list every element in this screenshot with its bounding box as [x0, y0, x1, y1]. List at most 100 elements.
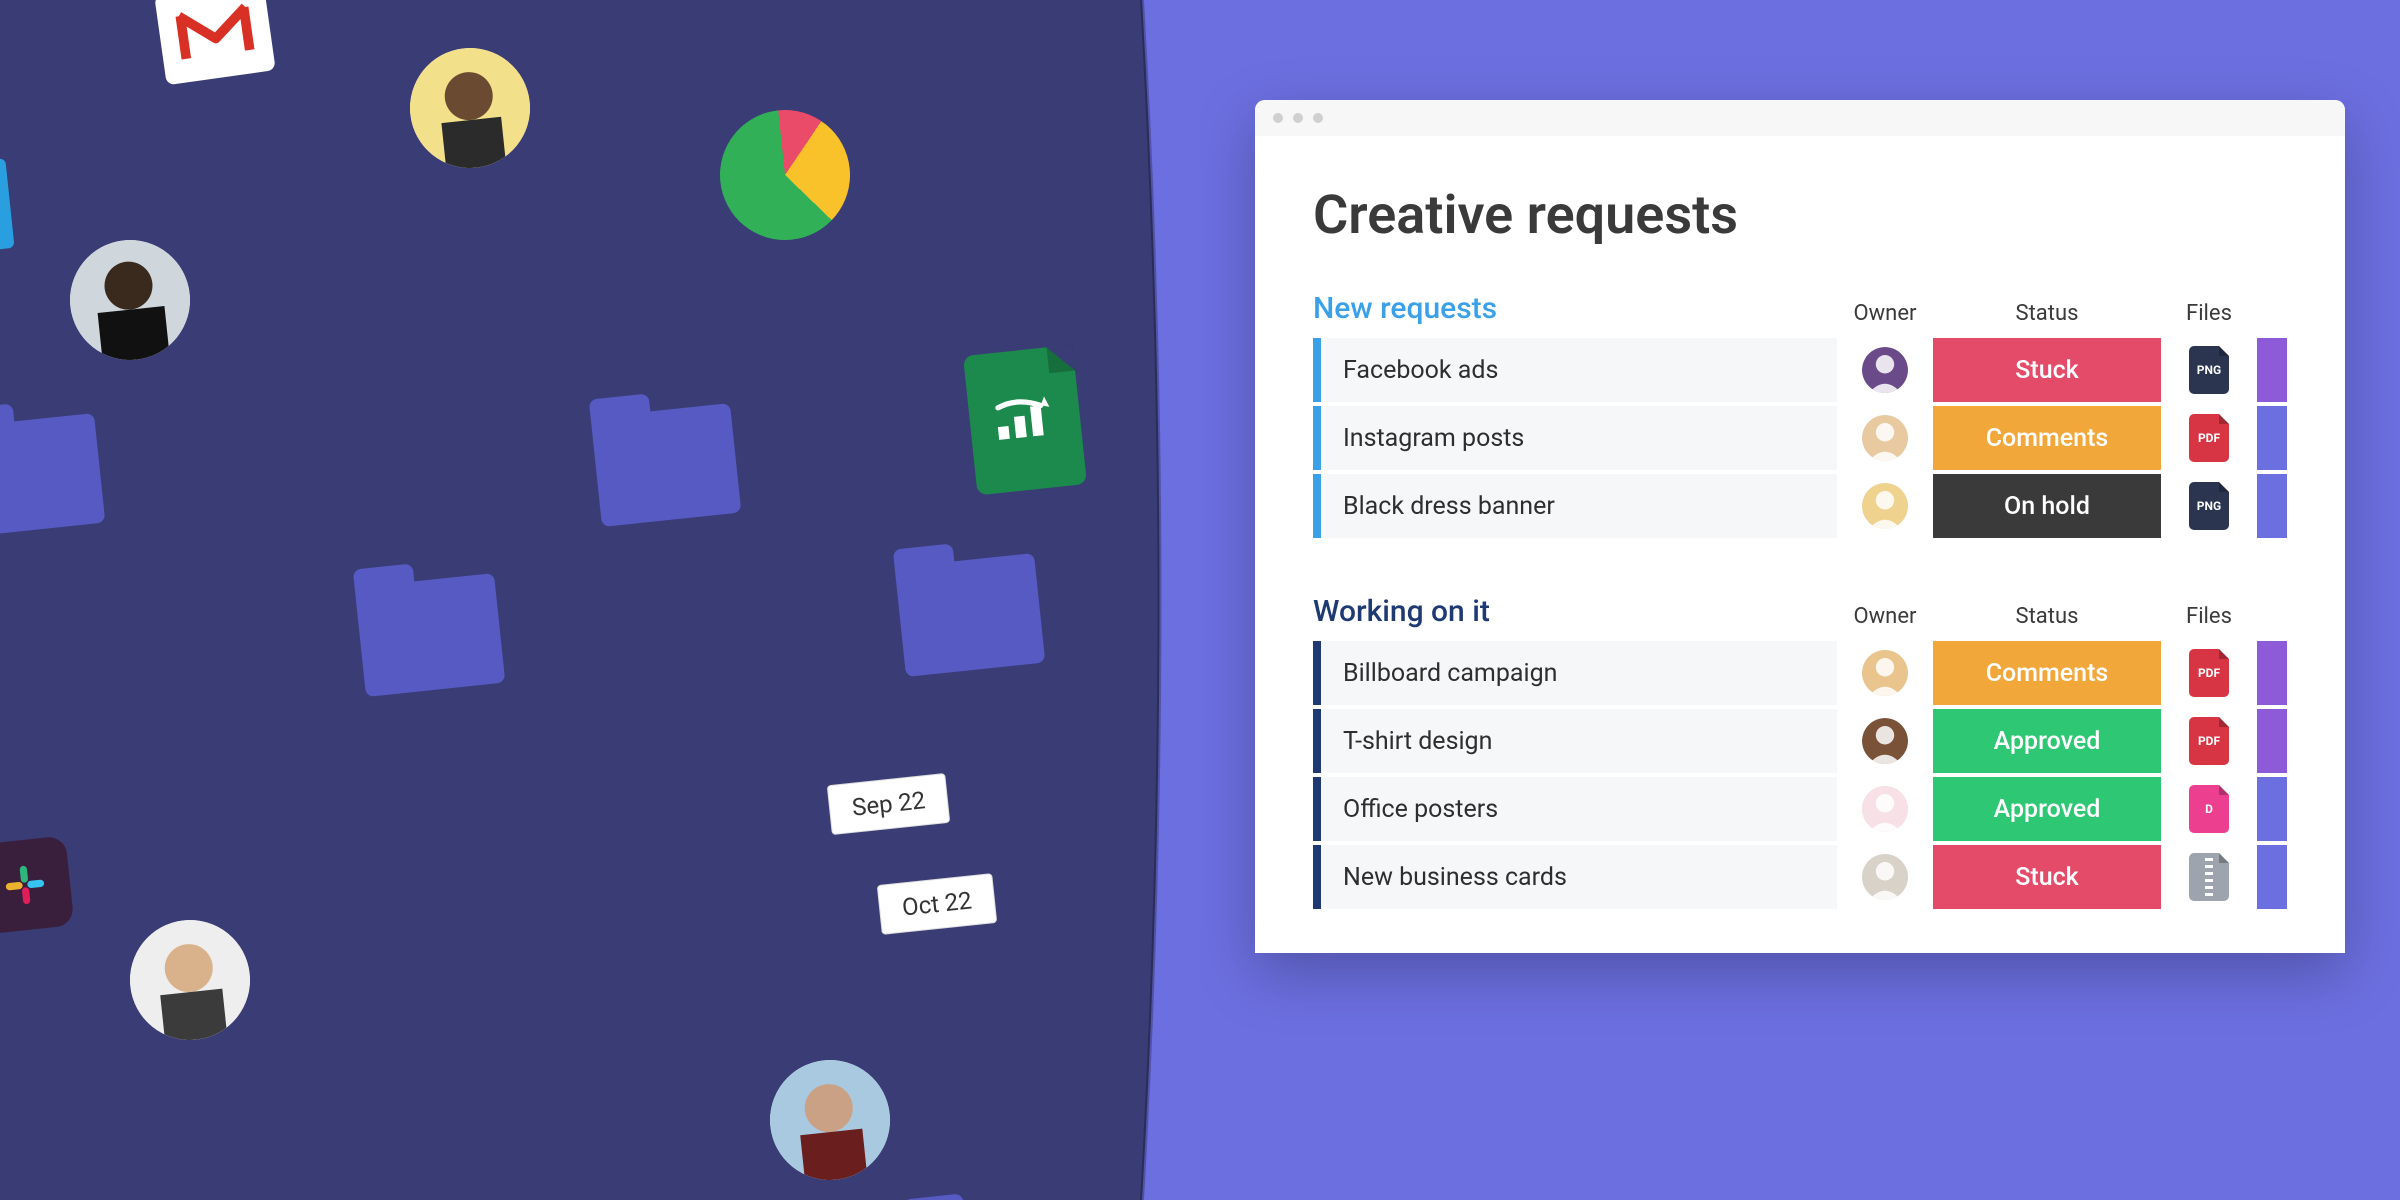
column-header-end [2257, 301, 2287, 326]
row-accent [1313, 641, 1321, 705]
table-row[interactable]: T-shirt design Approved PDF [1313, 709, 2287, 777]
end-cell [2257, 338, 2287, 402]
traffic-light-minimize[interactable] [1293, 113, 1303, 123]
end-cell [2257, 845, 2287, 909]
row-accent [1313, 338, 1321, 402]
decorative-block [0, 158, 15, 252]
status-cell[interactable]: On hold [1933, 474, 2161, 538]
file-badge [2189, 853, 2229, 901]
pie-chart-icon [714, 104, 857, 247]
folder-icon [591, 403, 742, 527]
row-accent [1313, 406, 1321, 470]
status-cell[interactable]: Stuck [1933, 845, 2161, 909]
end-cell [2257, 641, 2287, 705]
table-row[interactable]: Office posters Approved D [1313, 777, 2287, 845]
traffic-light-zoom[interactable] [1313, 113, 1323, 123]
avatar [764, 1054, 896, 1186]
group-header: Working on it OwnerStatusFiles [1313, 594, 2287, 629]
row-name[interactable]: Facebook ads [1321, 338, 1837, 402]
group-header: New requests OwnerStatusFiles [1313, 291, 2287, 326]
group-rows: Billboard campaignCommentsPDFT-shirt des… [1313, 641, 2287, 913]
traffic-light-close[interactable] [1273, 113, 1283, 123]
status-cell[interactable]: Comments [1933, 406, 2161, 470]
end-cell [2257, 777, 2287, 841]
avatar [1862, 415, 1908, 461]
right-app-panel: Creative requests New requestsOwnerStatu… [1200, 0, 2400, 1200]
avatar [124, 914, 256, 1046]
files-cell[interactable]: D [2161, 777, 2257, 841]
column-header-files: Files [2161, 301, 2257, 326]
files-cell[interactable]: PDF [2161, 641, 2257, 705]
column-headers: OwnerStatusFiles [1837, 604, 2287, 629]
status-cell[interactable]: Approved [1933, 709, 2161, 773]
end-cell [2257, 406, 2287, 470]
page-curve [1132, 0, 1200, 1200]
table-row[interactable]: Facebook ads Stuck PNG [1313, 338, 2287, 406]
row-accent [1313, 777, 1321, 841]
file-badge: D [2189, 785, 2229, 833]
avatar [1862, 854, 1908, 900]
folder-icon [355, 573, 506, 697]
file-badge: PDF [2189, 649, 2229, 697]
folder-icon [895, 553, 1046, 677]
table-row[interactable]: New business cards Stuck [1313, 845, 2287, 913]
column-header-status: Status [1933, 301, 2161, 326]
column-header-owner: Owner [1837, 604, 1933, 629]
avatar [1862, 650, 1908, 696]
status-cell[interactable]: Approved [1933, 777, 2161, 841]
end-cell [2257, 709, 2287, 773]
table-row[interactable]: Billboard campaign Comments PDF [1313, 641, 2287, 709]
avatar [1862, 347, 1908, 393]
owner-cell[interactable] [1837, 641, 1933, 705]
files-cell[interactable]: PNG [2161, 338, 2257, 402]
row-accent [1313, 474, 1321, 538]
group-rows: Facebook ads Stuck PNG Instagram posts Comme… [1313, 338, 2287, 542]
owner-cell[interactable] [1837, 845, 1933, 909]
row-name[interactable]: New business cards [1321, 845, 1837, 909]
status-cell[interactable]: Stuck [1933, 338, 2161, 402]
owner-cell[interactable] [1837, 777, 1933, 841]
avatar [404, 42, 536, 174]
table-row[interactable]: Instagram posts Comments PDF [1313, 406, 2287, 474]
group-title[interactable]: New requests [1313, 291, 1497, 326]
zip-icon [2205, 858, 2213, 896]
row-name[interactable]: Office posters [1321, 777, 1837, 841]
avatar [1862, 786, 1908, 832]
end-cell [2257, 474, 2287, 538]
file-badge: PNG [2189, 482, 2229, 530]
table-row[interactable]: Black dress banner On hold PNG [1313, 474, 2287, 542]
column-header-end [2257, 604, 2287, 629]
status-cell[interactable]: Comments [1933, 641, 2161, 705]
owner-cell[interactable] [1837, 338, 1933, 402]
spreadsheet-icon [963, 345, 1087, 496]
file-badge: PNG [2189, 346, 2229, 394]
column-header-status: Status [1933, 604, 2161, 629]
avatar [1862, 718, 1908, 764]
files-cell[interactable]: PDF [2161, 709, 2257, 773]
avatar [64, 234, 196, 366]
row-accent [1313, 845, 1321, 909]
window-titlebar [1255, 100, 2345, 136]
avatar [1862, 483, 1908, 529]
row-name[interactable]: Instagram posts [1321, 406, 1837, 470]
date-chip: Oct 22 [878, 874, 996, 934]
slack-icon [0, 836, 74, 935]
folder-icon [0, 413, 105, 537]
file-badge: PDF [2189, 717, 2229, 765]
row-name[interactable]: T-shirt design [1321, 709, 1837, 773]
column-header-files: Files [2161, 604, 2257, 629]
files-cell[interactable]: PDF [2161, 406, 2257, 470]
row-name[interactable]: Black dress banner [1321, 474, 1837, 538]
owner-cell[interactable] [1837, 709, 1933, 773]
row-accent [1313, 709, 1321, 773]
app-window: Creative requests New requestsOwnerStatu… [1255, 100, 2345, 953]
files-cell[interactable]: PNG [2161, 474, 2257, 538]
file-badge: PDF [2189, 414, 2229, 462]
gmail-icon [154, 0, 275, 85]
files-cell[interactable] [2161, 845, 2257, 909]
group-title[interactable]: Working on it [1313, 594, 1490, 629]
owner-cell[interactable] [1837, 406, 1933, 470]
row-name[interactable]: Billboard campaign [1321, 641, 1837, 705]
column-header-owner: Owner [1837, 301, 1933, 326]
owner-cell[interactable] [1837, 474, 1933, 538]
